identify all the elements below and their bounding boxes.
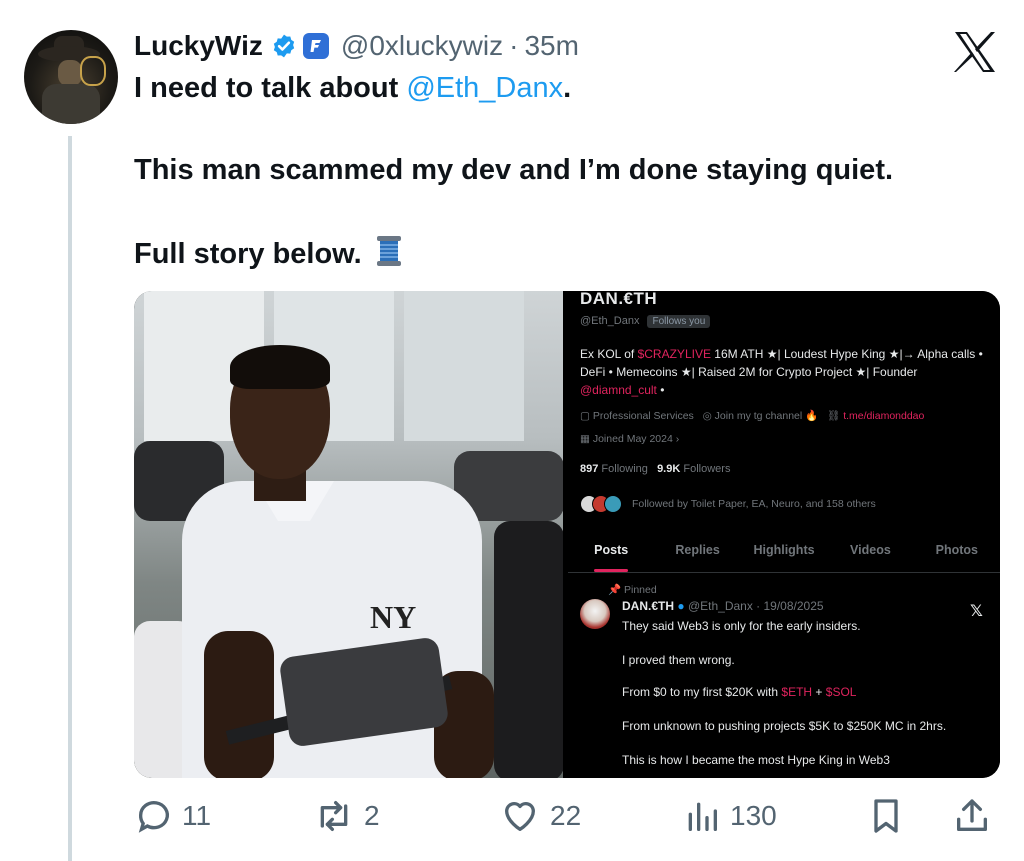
profile-handle: @Eth_Danx Follows you xyxy=(580,315,711,328)
bookmark-icon xyxy=(874,799,898,833)
pinned-post-line: This is how I became the most Hype King … xyxy=(622,753,890,767)
author-avatar[interactable] xyxy=(24,30,118,124)
affiliate-badge-icon xyxy=(302,33,329,59)
bookmark-button[interactable] xyxy=(866,796,906,836)
like-button[interactable]: 22 xyxy=(498,796,581,836)
verified-badge-icon xyxy=(271,33,297,59)
views-button[interactable]: 130 xyxy=(682,796,777,836)
tweet-actions: 11 2 22 130 xyxy=(134,796,1000,844)
pinned-post-line: I proved them wrong. xyxy=(622,653,735,667)
post-time[interactable]: 35m xyxy=(524,30,578,62)
pinned-post-line: From $0 to my first $20K with $ETH + $SO… xyxy=(622,685,857,699)
separator-dot: · xyxy=(509,30,519,61)
tab-videos: Videos xyxy=(850,543,891,557)
views-icon xyxy=(688,802,717,831)
followed-by-row: Followed by Toilet Paper, EA, Neuro, and… xyxy=(580,495,876,513)
pinned-post-line: They said Web3 is only for the early ins… xyxy=(622,619,861,633)
tab-posts: Posts xyxy=(568,537,654,572)
reply-button[interactable]: 11 xyxy=(134,796,211,836)
reply-icon xyxy=(138,801,169,833)
author-display-name[interactable]: LuckyWiz xyxy=(134,30,263,62)
x-logo-small-icon: 𝕏 xyxy=(970,603,983,620)
media-photo[interactable]: NY xyxy=(134,291,563,778)
pinned-post-avatar xyxy=(580,599,610,629)
tweet-text-line-1: I need to talk about @Eth_Danx. xyxy=(134,72,572,104)
thread-spool-icon xyxy=(376,236,401,266)
tweet-text-line-3: Full story below. xyxy=(134,235,402,271)
profile-joined: ▦ Joined May 2024 › xyxy=(580,433,680,445)
heart-icon xyxy=(505,802,535,831)
tweet-header: LuckyWiz @0xluckywiz · 35m xyxy=(134,28,579,64)
like-count: 22 xyxy=(550,800,582,831)
tweet-media[interactable]: NY DAN.€TH @Eth_Danx Follows you Ex KOL o… xyxy=(134,291,1000,778)
profile-tabs: Posts Replies Highlights Videos Photos xyxy=(568,537,1000,573)
share-icon xyxy=(957,799,987,831)
profile-bio: Ex KOL of $CRAZYLIVE 16M ATH ★| Loudest … xyxy=(580,347,983,397)
cap-logo: NY xyxy=(370,599,417,635)
thread-line xyxy=(68,136,72,861)
repost-button[interactable]: 2 xyxy=(312,796,380,836)
tab-replies: Replies xyxy=(675,543,720,557)
profile-name: DAN.€TH xyxy=(580,291,658,308)
share-button[interactable] xyxy=(952,796,992,836)
mention-link[interactable]: @Eth_Danx xyxy=(406,72,563,104)
pinned-label: 📌 Pinned xyxy=(608,584,657,596)
author-handle[interactable]: @0xluckywiz xyxy=(341,30,503,62)
media-profile-screenshot[interactable]: DAN.€TH @Eth_Danx Follows you Ex KOL of $… xyxy=(568,291,1000,778)
profile-stats: 897 Following 9.9K Followers xyxy=(580,463,731,475)
tab-highlights: Highlights xyxy=(753,543,815,557)
tab-photos: Photos xyxy=(935,543,978,557)
profile-meta: ▢ Professional Services ◎ Join my tg cha… xyxy=(580,410,925,422)
views-count: 130 xyxy=(730,800,777,831)
x-logo-icon xyxy=(952,30,998,74)
pinned-post-line: From unknown to pushing projects $5K to … xyxy=(622,719,947,733)
repost-count: 2 xyxy=(364,800,380,831)
pinned-post-header: DAN.€TH ● @Eth_Danx · 19/08/2025 xyxy=(622,599,824,613)
tweet-text-line-2: This man scammed my dev and I’m done sta… xyxy=(134,154,894,186)
repost-icon xyxy=(320,801,348,831)
reply-count: 11 xyxy=(182,800,212,831)
